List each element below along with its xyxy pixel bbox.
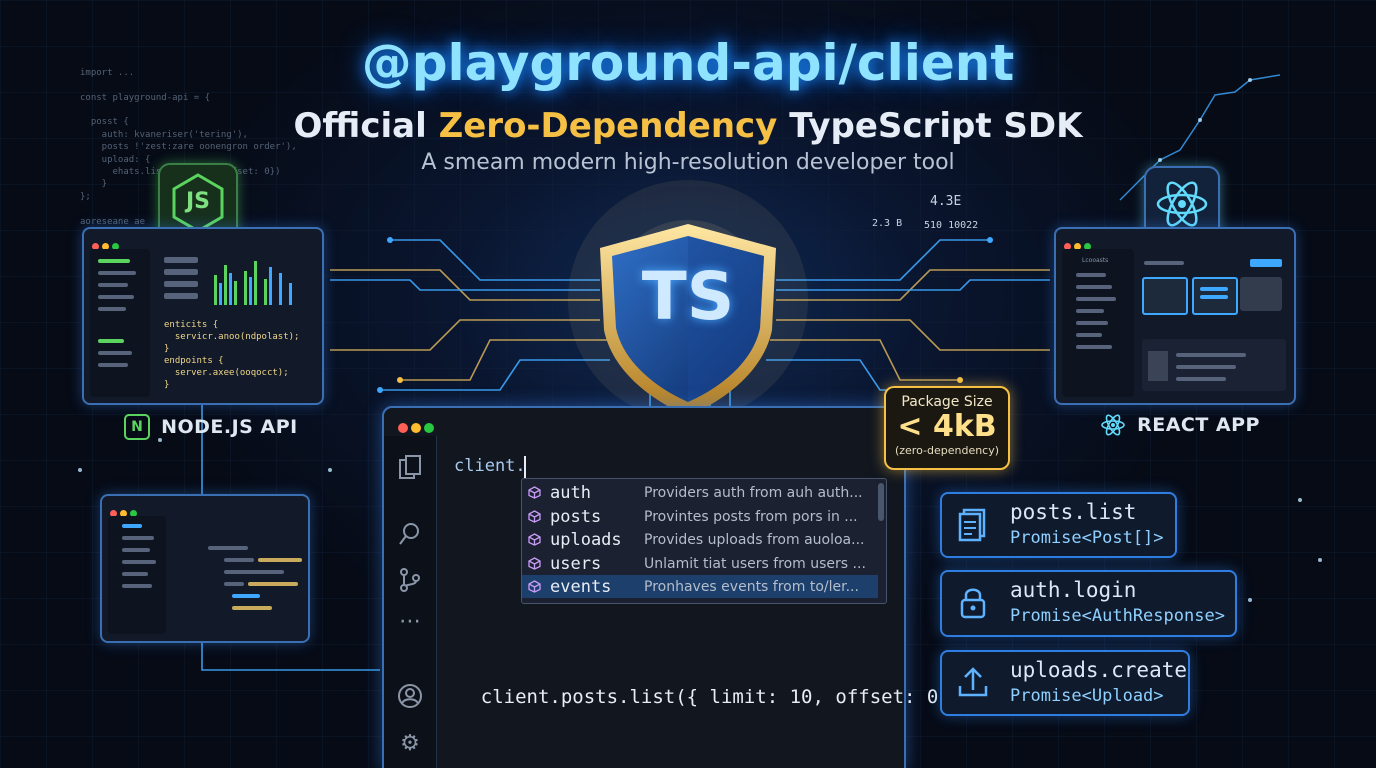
autocomplete-item-uploads[interactable]: uploads Provides uploads from auoloa... bbox=[522, 528, 878, 551]
autocomplete-item-users[interactable]: users Unlamit tiat users from users ... bbox=[522, 552, 878, 575]
code-line bbox=[224, 558, 254, 562]
package-size-label: Package Size bbox=[901, 394, 993, 410]
code-line bbox=[208, 546, 248, 550]
editor-typed-text[interactable]: client. bbox=[454, 456, 526, 476]
react-card bbox=[1240, 277, 1282, 311]
window-controls bbox=[398, 418, 437, 437]
search-icon[interactable] bbox=[396, 520, 424, 548]
preview-sidebar bbox=[108, 516, 166, 634]
method-name: posts.list bbox=[1010, 500, 1137, 524]
react-card bbox=[1192, 277, 1238, 315]
stat-size-c: 4.3E bbox=[930, 194, 962, 209]
node-chart bbox=[164, 253, 312, 307]
document-icon bbox=[956, 506, 990, 542]
autocomplete-item-description: Pronhaves events from to/ler... bbox=[644, 579, 859, 596]
autocomplete-item-description: Unlamit tiat users from users ... bbox=[644, 555, 866, 572]
react-primary-button[interactable] bbox=[1250, 259, 1282, 267]
example-call-text: client.posts.list({ limit: 10, offset: 0… bbox=[480, 686, 973, 708]
autocomplete-item-description: Providers auth from auh auth... bbox=[644, 485, 863, 501]
stat-size-b: 510 10022 bbox=[924, 220, 979, 231]
node-code: enticits { servicr.anoo(ndpolast); } end… bbox=[164, 320, 300, 390]
autocomplete-item-posts[interactable]: posts Provintes posts from pors in ... bbox=[522, 505, 878, 528]
method-card-uploads-create[interactable]: uploads.create Promise<Upload> bbox=[940, 650, 1190, 716]
autocomplete-item-name: uploads bbox=[550, 530, 622, 551]
more-icon[interactable]: ⋯ bbox=[396, 608, 424, 636]
shield-label: TS bbox=[641, 258, 735, 335]
react-card bbox=[1142, 277, 1188, 315]
subtitle-highlight: Zero-Dependency bbox=[438, 106, 778, 146]
activity-bar: ⋯ ⚙ bbox=[384, 436, 437, 768]
subtitle-suffix: TypeScript SDK bbox=[777, 106, 1083, 146]
settings-icon[interactable]: ⚙ bbox=[396, 730, 424, 758]
nodejs-api-window: enticits { servicr.anoo(ndpolast); } end… bbox=[82, 227, 324, 405]
package-size-value: < 4kB bbox=[897, 409, 997, 444]
react-small-icon bbox=[1100, 414, 1126, 436]
background-code-line: const playground-api = { bbox=[80, 92, 211, 103]
cube-icon bbox=[528, 486, 541, 499]
react-heading bbox=[1144, 261, 1184, 265]
autocomplete-item-events[interactable]: events Pronhaves events from to/ler... bbox=[522, 575, 878, 599]
cube-icon bbox=[528, 580, 541, 594]
code-line bbox=[248, 582, 298, 586]
code-line bbox=[232, 594, 260, 598]
package-size-badge: Package Size < 4kB (zero-dependency) bbox=[884, 386, 1010, 470]
page-subtitle: Official Zero-Dependency TypeScript SDK bbox=[0, 106, 1376, 146]
code-line bbox=[224, 570, 284, 574]
cube-icon bbox=[528, 509, 541, 523]
cube-icon bbox=[528, 533, 541, 546]
method-card-posts-list[interactable]: posts.list Promise<Post[]> bbox=[940, 492, 1177, 558]
code-preview-window bbox=[100, 494, 310, 643]
subtitle-prefix: Official bbox=[293, 106, 439, 146]
autocomplete-scrollbar[interactable] bbox=[878, 483, 884, 521]
js-badge-text: JS bbox=[185, 189, 211, 214]
autocomplete-item-name: users bbox=[550, 553, 602, 574]
source-control-icon[interactable] bbox=[396, 566, 424, 594]
method-name: auth.login bbox=[1010, 578, 1137, 602]
node-sidebar bbox=[90, 249, 150, 397]
autocomplete-item-auth[interactable]: auth Providers auth from auh auth... bbox=[522, 481, 878, 504]
code-line bbox=[224, 582, 244, 586]
react-app-window: Lcooasts bbox=[1054, 227, 1296, 405]
account-icon[interactable] bbox=[396, 682, 424, 710]
stat-size-a: 2.3 B bbox=[872, 218, 903, 229]
cube-icon bbox=[528, 557, 541, 570]
node-label-text: NODE.JS API bbox=[161, 416, 298, 438]
method-return-type: Promise<Upload> bbox=[1010, 686, 1164, 706]
method-return-type: Promise<Post[]> bbox=[1010, 528, 1164, 548]
react-label: REACT APP bbox=[1100, 414, 1260, 436]
react-list bbox=[1142, 339, 1286, 391]
autocomplete-dropdown: auth Providers auth from auh auth... posts… bbox=[521, 478, 887, 604]
autocomplete-item-name: events bbox=[550, 577, 612, 598]
method-name: uploads.create bbox=[1010, 658, 1188, 682]
autocomplete-item-description: Provides uploads from auoloa... bbox=[644, 532, 865, 549]
files-icon[interactable] bbox=[396, 454, 424, 482]
code-line bbox=[232, 606, 272, 610]
react-label-text: REACT APP bbox=[1137, 414, 1260, 436]
autocomplete-item-name: posts bbox=[550, 506, 602, 527]
react-sidebar-header: Lcooasts bbox=[1082, 257, 1109, 264]
text-cursor bbox=[524, 456, 526, 478]
autocomplete-item-name: auth bbox=[550, 483, 591, 503]
hero-banner: import ... const playground-api = { posst… bbox=[0, 0, 1376, 768]
page-title: @playground-api/client bbox=[361, 34, 1015, 92]
method-return-type: Promise<AuthResponse> bbox=[1010, 606, 1225, 626]
node-hex-icon: N bbox=[124, 414, 150, 440]
lock-icon bbox=[956, 584, 990, 620]
code-line bbox=[258, 558, 302, 562]
react-sidebar: Lcooasts bbox=[1062, 249, 1134, 397]
node-label: N NODE.JS API bbox=[124, 414, 298, 440]
upload-icon bbox=[956, 664, 990, 700]
autocomplete-item-description: Provintes posts from pors in ... bbox=[644, 508, 858, 525]
package-size-note: (zero-dependency) bbox=[894, 444, 1000, 457]
typescript-shield-icon: TS bbox=[586, 220, 790, 420]
method-card-auth-login[interactable]: auth.login Promise<AuthResponse> bbox=[940, 570, 1237, 637]
example-call: client.posts.list({ limit: 10, offset: 0… bbox=[435, 664, 973, 730]
